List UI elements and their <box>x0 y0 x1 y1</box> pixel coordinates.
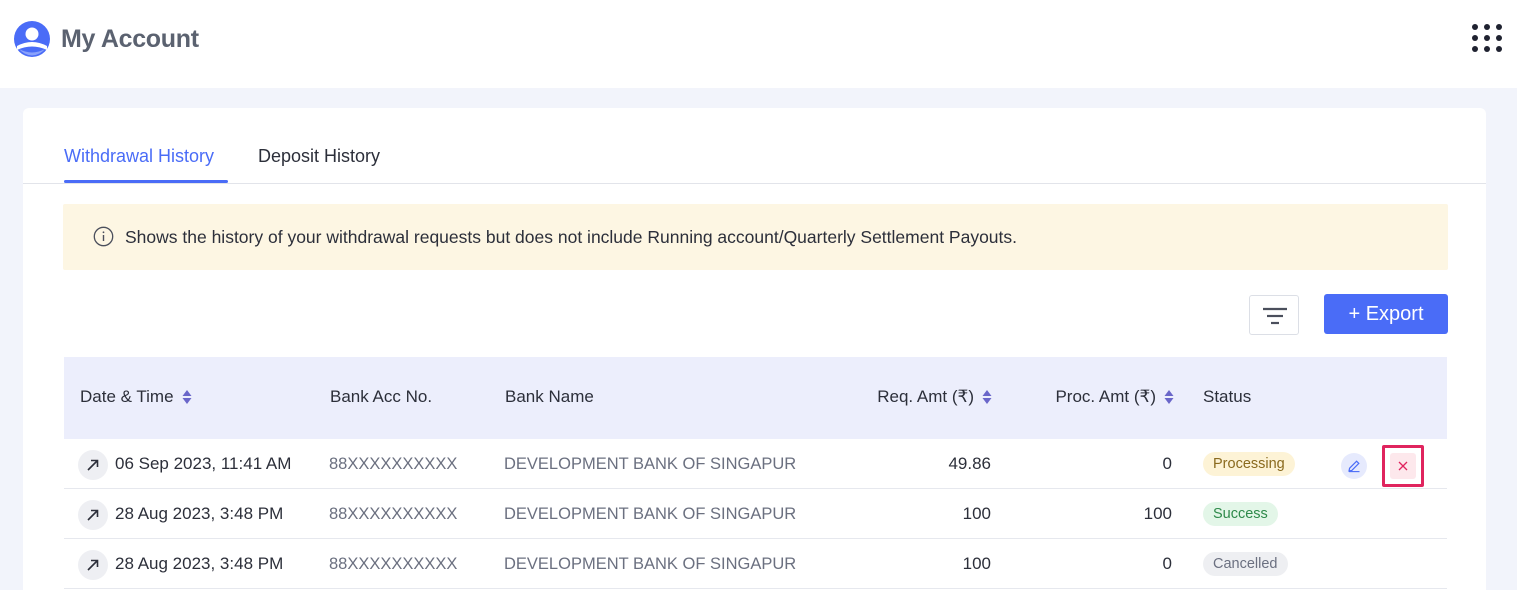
cell-datetime: 28 Aug 2023, 3:48 PM <box>115 554 284 573</box>
column-header-account: Bank Acc No. <box>330 387 433 406</box>
close-icon <box>1398 461 1408 471</box>
cell-req-amt: 100 <box>962 504 991 523</box>
filter-button[interactable] <box>1249 295 1299 335</box>
arrow-up-right-icon[interactable] <box>78 450 108 480</box>
status-badge: Success <box>1203 502 1278 526</box>
sort-icon[interactable] <box>1164 389 1174 405</box>
top-bar: My Account <box>0 0 1517 88</box>
status-badge: Cancelled <box>1203 552 1288 576</box>
table-row[interactable]: 28 Aug 2023, 3:48 PM 88XXXXXXXXXX DEVELO… <box>64 489 1447 539</box>
cell-bank-name: DEVELOPMENT BANK OF SINGAPUR <box>504 555 797 573</box>
sort-icon[interactable] <box>182 389 192 405</box>
cell-bank-name: DEVELOPMENT BANK OF SINGAPUR <box>504 455 797 473</box>
arrow-up-right-icon[interactable] <box>78 500 108 530</box>
column-header-proc-amt[interactable]: Proc. Amt (₹) <box>1055 386 1174 408</box>
cell-account: 88XXXXXXXXXX <box>329 505 458 523</box>
cell-datetime: 06 Sep 2023, 11:41 AM <box>115 454 292 473</box>
edit-button[interactable] <box>1341 453 1367 479</box>
column-header-bank: Bank Name <box>505 387 594 406</box>
column-header-req-amt[interactable]: Req. Amt (₹) <box>877 386 992 408</box>
info-notice: Shows the history of your withdrawal req… <box>63 204 1448 270</box>
cell-account: 88XXXXXXXXXX <box>329 555 458 573</box>
tab-bar: Withdrawal History Deposit History <box>23 108 1486 184</box>
notice-text: Shows the history of your withdrawal req… <box>125 227 1018 247</box>
arrow-up-right-icon[interactable] <box>78 550 108 580</box>
info-icon <box>93 226 114 247</box>
cell-bank-name: DEVELOPMENT BANK OF SINGAPUR <box>504 505 797 523</box>
tab-deposit-history[interactable]: Deposit History <box>258 144 380 168</box>
sort-icon[interactable] <box>982 389 992 405</box>
pencil-icon <box>1348 460 1360 473</box>
withdrawal-table: Date & Time Bank Acc No. Bank Name Req. … <box>64 357 1447 589</box>
tab-withdrawal-history[interactable]: Withdrawal History <box>64 144 214 168</box>
grid-dots-icon[interactable] <box>1472 24 1506 58</box>
active-tab-indicator <box>64 180 228 183</box>
filter-icon <box>1263 307 1287 325</box>
table-header: Date & Time Bank Acc No. Bank Name Req. … <box>64 357 1447 439</box>
cell-req-amt: 49.86 <box>948 454 991 473</box>
app-title: My Account <box>61 25 199 53</box>
export-button[interactable]: + Export <box>1324 294 1448 334</box>
user-profile-icon[interactable] <box>13 20 51 58</box>
cell-datetime: 28 Aug 2023, 3:48 PM <box>115 504 284 523</box>
cell-account: 88XXXXXXXXXX <box>329 455 458 473</box>
cell-proc-amt: 0 <box>1162 554 1172 573</box>
cell-proc-amt: 0 <box>1162 454 1172 473</box>
history-card: Withdrawal History Deposit History Shows… <box>23 108 1486 590</box>
status-badge: Processing <box>1203 452 1295 476</box>
table-row[interactable]: 28 Aug 2023, 3:48 PM 88XXXXXXXXXX DEVELO… <box>64 539 1447 589</box>
column-header-status: Status <box>1203 387 1252 406</box>
cell-proc-amt: 100 <box>1143 504 1172 523</box>
cancel-request-button[interactable] <box>1382 445 1424 487</box>
column-header-date[interactable]: Date & Time <box>80 386 192 408</box>
table-row[interactable]: 06 Sep 2023, 11:41 AM 88XXXXXXXXXX DEVEL… <box>64 439 1447 489</box>
cell-req-amt: 100 <box>962 554 991 573</box>
